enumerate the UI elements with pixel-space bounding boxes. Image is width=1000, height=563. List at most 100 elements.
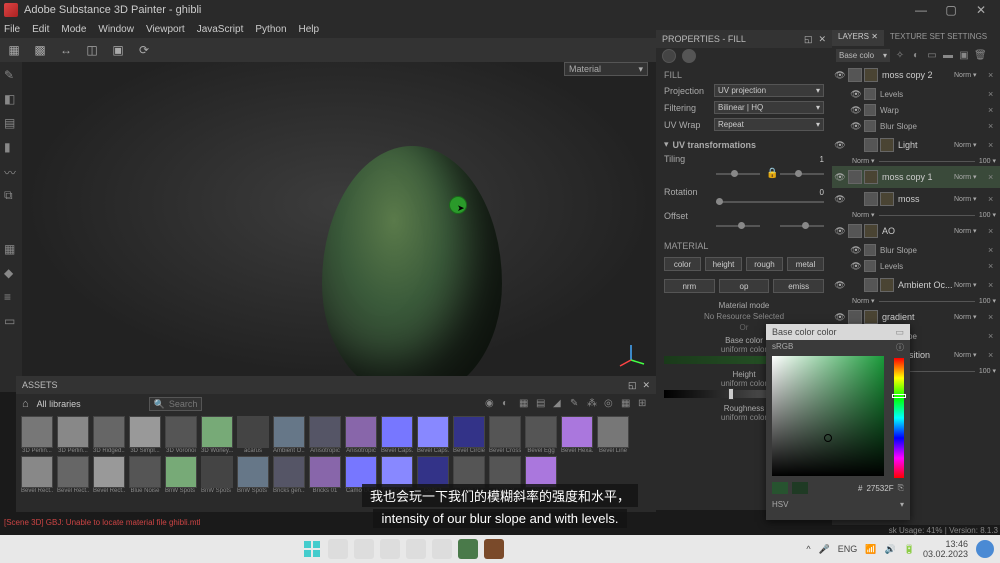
effect-row[interactable]: 👁Blur Slope× bbox=[832, 242, 1000, 258]
layer-thumb[interactable] bbox=[848, 68, 862, 82]
fill-mode-bucket-button[interactable] bbox=[662, 49, 676, 63]
menu-window[interactable]: Window bbox=[98, 24, 134, 35]
assets-undock-icon[interactable]: ◱ bbox=[628, 380, 637, 391]
layer-mask-thumb[interactable] bbox=[880, 278, 894, 292]
eyedropper-icon[interactable]: ⓘ bbox=[896, 342, 904, 352]
asset-item[interactable]: Anisotropic bbox=[308, 416, 342, 454]
layer-thumb[interactable] bbox=[864, 278, 878, 292]
rotation-slider[interactable] bbox=[716, 201, 824, 203]
layer-mask-thumb[interactable] bbox=[880, 138, 894, 152]
uvwrap-dropdown[interactable]: Repeat▾ bbox=[714, 118, 824, 131]
layer-mask-thumb[interactable] bbox=[864, 310, 878, 324]
asset-item[interactable]: Bevel Hexa... bbox=[560, 416, 594, 454]
tray-chevron-icon[interactable]: ^ bbox=[806, 544, 810, 554]
asset-item[interactable]: 3D Perlin... bbox=[56, 416, 90, 454]
layer-thumb[interactable] bbox=[864, 192, 878, 206]
user-avatar-icon[interactable] bbox=[976, 540, 994, 558]
visibility-icon[interactable]: 👁 bbox=[834, 172, 846, 183]
channel-emiss-chip[interactable]: emiss bbox=[773, 279, 824, 293]
stack-icon[interactable]: ≡ bbox=[4, 290, 18, 304]
layer-name[interactable]: moss copy 1 bbox=[880, 172, 952, 182]
opacity-slider[interactable] bbox=[879, 161, 975, 162]
menu-mode[interactable]: Mode bbox=[61, 24, 86, 35]
fill-icon[interactable]: ▮ bbox=[4, 140, 18, 154]
color-picker-close-icon[interactable]: ▭ bbox=[895, 327, 904, 338]
layer-row[interactable]: 👁Ambient Oc...Norm ▾× bbox=[832, 274, 1000, 296]
tray-mic-icon[interactable]: 🎤 bbox=[819, 544, 830, 555]
close-tab-icon[interactable]: ✕ bbox=[871, 32, 878, 41]
tray-wifi-icon[interactable]: 📶 bbox=[865, 544, 876, 555]
view-grid-icon[interactable]: ⊞ bbox=[638, 398, 650, 410]
filter-texture-icon[interactable]: ▤ bbox=[536, 398, 548, 410]
effect-row[interactable]: 👁Levels× bbox=[832, 86, 1000, 102]
layer-thumb[interactable] bbox=[848, 310, 862, 324]
layer-row[interactable]: 👁mossNorm ▾× bbox=[832, 188, 1000, 210]
layer-mask-thumb[interactable] bbox=[864, 224, 878, 238]
close-button[interactable]: ✕ bbox=[966, 3, 996, 17]
add-layer-icon[interactable]: ▭ bbox=[926, 50, 938, 61]
asset-item[interactable]: Anisotropic bbox=[344, 416, 378, 454]
fx-close-icon[interactable]: × bbox=[988, 245, 998, 255]
tab-layers[interactable]: LAYERS ✕ bbox=[832, 30, 884, 46]
filter-smart-icon[interactable]: ▦ bbox=[519, 398, 531, 410]
filtering-dropdown[interactable]: Bilinear | HQ▾ bbox=[714, 101, 824, 114]
blend-mode-dropdown[interactable]: Norm ▾ bbox=[954, 173, 986, 181]
smudge-icon[interactable]: 〰 bbox=[4, 164, 18, 178]
tab-texture-set[interactable]: TEXTURE SET SETTINGS bbox=[884, 30, 993, 46]
layer-mask-thumb[interactable] bbox=[864, 68, 878, 82]
taskbar-app-3[interactable] bbox=[380, 539, 400, 559]
asset-item[interactable]: Ambient O... bbox=[272, 416, 306, 454]
fx-visibility-icon[interactable]: 👁 bbox=[850, 121, 862, 132]
frame-icon[interactable]: ▣ bbox=[110, 42, 126, 58]
asset-item[interactable]: Bevel Egg bbox=[524, 416, 558, 454]
channel-nrm-chip[interactable]: nrm bbox=[664, 279, 715, 293]
asset-item[interactable]: Bevel Caps... bbox=[416, 416, 450, 454]
folder-icon[interactable]: ▭ bbox=[4, 314, 18, 328]
taskbar-app-6[interactable] bbox=[458, 539, 478, 559]
menu-python[interactable]: Python bbox=[255, 24, 286, 35]
offset-slider-y[interactable] bbox=[780, 225, 824, 227]
layer-thumb[interactable] bbox=[864, 138, 878, 152]
taskbar-app-1[interactable] bbox=[328, 539, 348, 559]
fill-mode-sphere-button[interactable] bbox=[682, 49, 696, 63]
layer-close-icon[interactable]: × bbox=[988, 194, 998, 204]
material-resource-slot[interactable]: No Resource Selected bbox=[656, 310, 832, 323]
opacity-slider[interactable] bbox=[879, 215, 975, 216]
layer-row[interactable]: 👁moss copy 2Norm ▾× bbox=[832, 64, 1000, 86]
layer-row[interactable]: 👁 moss copy 1Norm ▾× bbox=[832, 166, 1000, 188]
blend-mode-dropdown[interactable]: Norm ▾ bbox=[954, 71, 986, 79]
effect-row[interactable]: 👁Levels× bbox=[832, 258, 1000, 274]
opacity-slider[interactable] bbox=[879, 301, 975, 302]
fx-visibility-icon[interactable]: 👁 bbox=[850, 261, 862, 272]
viewport-material-dropdown[interactable]: Material▾ bbox=[564, 62, 648, 76]
layer-name[interactable]: Light bbox=[896, 140, 952, 150]
assets-search-input[interactable]: 🔍Search bbox=[149, 397, 203, 411]
tray-lang[interactable]: ENG bbox=[838, 544, 858, 554]
visibility-icon[interactable]: 👁 bbox=[834, 140, 846, 151]
start-button[interactable] bbox=[302, 539, 322, 559]
blend-mode-dropdown[interactable]: Norm ▾ bbox=[954, 195, 986, 203]
visibility-icon[interactable]: 👁 bbox=[834, 280, 846, 291]
filter-alpha-icon[interactable]: ◢ bbox=[553, 398, 565, 410]
layer-name[interactable]: gradient bbox=[880, 312, 952, 322]
layer-name[interactable]: moss copy 2 bbox=[880, 70, 952, 80]
blend-mode-dropdown[interactable]: Norm ▾ bbox=[954, 227, 986, 235]
layer-close-icon[interactable]: × bbox=[988, 226, 998, 236]
layer-thumb[interactable] bbox=[848, 170, 862, 184]
layer-mask-thumb[interactable] bbox=[864, 170, 878, 184]
add-fill-icon[interactable]: ▬ bbox=[942, 50, 954, 61]
taskbar-clock[interactable]: 13:4603.02.2023 bbox=[923, 539, 968, 559]
close-panel-icon[interactable]: ✕ bbox=[818, 34, 826, 45]
layer-close-icon[interactable]: × bbox=[988, 172, 998, 182]
filter-brush-icon[interactable]: ✎ bbox=[570, 398, 582, 410]
taskbar-app-2[interactable] bbox=[354, 539, 374, 559]
asset-item[interactable]: Bevel Line bbox=[596, 416, 630, 454]
tiling-slider-x[interactable] bbox=[716, 173, 760, 175]
clone-icon[interactable]: ⧉ bbox=[4, 188, 18, 202]
asset-item[interactable]: 3D Perlin... bbox=[20, 416, 54, 454]
tiling-slider-y[interactable] bbox=[780, 173, 824, 175]
taskbar-app-5[interactable] bbox=[432, 539, 452, 559]
smart-icon[interactable]: ◆ bbox=[4, 266, 18, 280]
add-folder-icon[interactable]: ▣ bbox=[958, 50, 970, 61]
blend-mode-dropdown[interactable]: Norm ▾ bbox=[954, 281, 986, 289]
